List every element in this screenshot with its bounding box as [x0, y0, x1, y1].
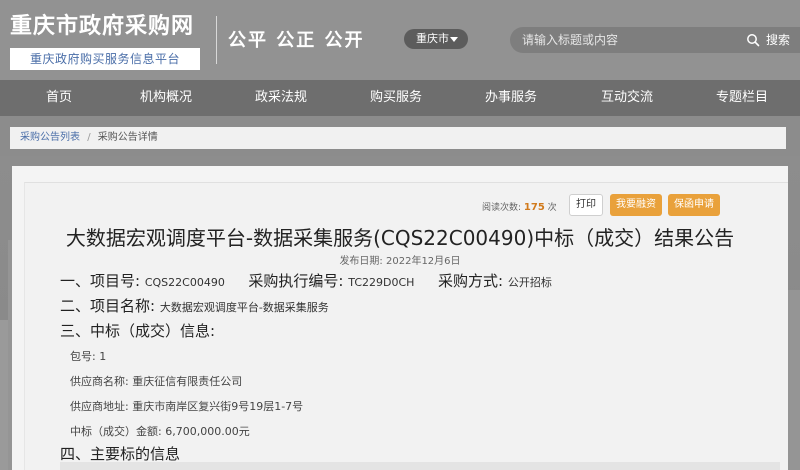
- main-nav: 首页 机构概况 政采法规 购买服务 办事服务 互动交流 专题栏目: [0, 80, 800, 116]
- site-logo[interactable]: 重庆市政府采购网 重庆政府购买服务信息平台: [10, 8, 206, 70]
- supplier-address-value: 重庆市南岸区复兴街9号19层1-7号: [132, 400, 304, 413]
- award-amount-row: 中标（成交）金额: 6,700,000.00元: [70, 423, 250, 439]
- nav-item-organization[interactable]: 机构概况: [140, 80, 192, 116]
- supplier-name-row: 供应商名称: 重庆征信有限责任公司: [70, 373, 242, 389]
- section4-heading: 四、主要标的信息: [60, 445, 181, 463]
- search-button[interactable]: 搜索: [766, 27, 790, 53]
- procurement-method-label: 采购方式:: [437, 272, 504, 290]
- supplier-name-value: 重庆征信有限责任公司: [132, 375, 243, 388]
- section-project-number: 一、项目号: CQS22C00490 采购执行编号: TC229D0CH 采购方…: [60, 270, 552, 291]
- breadcrumb: 采购公告列表 / 采购公告详情: [10, 127, 786, 149]
- search-bar: 搜索: [510, 27, 800, 53]
- region-selector[interactable]: 重庆市: [404, 29, 468, 49]
- search-icon[interactable]: [746, 33, 760, 47]
- print-button[interactable]: 打印: [569, 194, 603, 216]
- view-count-value: 175: [523, 202, 545, 213]
- nav-item-interaction[interactable]: 互动交流: [601, 80, 653, 116]
- procurement-method-value: 公开招标: [507, 276, 552, 289]
- section3-heading: 三、中标（成交）信息:: [60, 322, 216, 340]
- nav-item-home[interactable]: 首页: [46, 80, 72, 116]
- header-divider: [216, 16, 217, 64]
- nav-item-purchase-services[interactable]: 购买服务: [370, 80, 422, 116]
- package-row: 包号: 1: [70, 348, 106, 364]
- site-title: 重庆市政府采购网: [10, 13, 195, 39]
- site-header: 重庆市政府采购网 重庆政府购买服务信息平台 公平 公正 公开 重庆市 搜索: [0, 0, 800, 80]
- package-value: 1: [99, 350, 107, 363]
- publish-date-value: 2022年12月6日: [386, 256, 461, 267]
- search-input[interactable]: [522, 27, 742, 53]
- supplier-address-label: 供应商地址:: [70, 400, 129, 413]
- exec-number-value: TC229D0CH: [348, 276, 415, 289]
- site-subtitle: 重庆政府购买服务信息平台: [10, 48, 200, 70]
- guarantee-application-button[interactable]: 保函申请: [668, 194, 720, 216]
- breadcrumb-bar: 采购公告列表 / 采购公告详情: [0, 116, 800, 156]
- region-label: 重庆市: [416, 32, 449, 45]
- exec-number-label: 采购执行编号:: [248, 272, 344, 290]
- publish-date-label: 发布日期:: [339, 256, 383, 267]
- publish-date: 发布日期: 2022年12月6日: [0, 252, 800, 267]
- project-number-value: CQS22C00490: [144, 276, 225, 289]
- nav-item-office-services[interactable]: 办事服务: [485, 80, 537, 116]
- breadcrumb-link-notice-list[interactable]: 采购公告列表: [20, 132, 80, 143]
- table-header-strip: [60, 462, 780, 470]
- chevron-down-icon: [450, 37, 458, 42]
- project-name-value: 大数据宏观调度平台-数据采集服务: [159, 301, 329, 314]
- award-amount-label: 中标（成交）金额:: [70, 425, 162, 438]
- section-project-name: 二、项目名称: 大数据宏观调度平台-数据采集服务: [60, 295, 329, 316]
- nav-item-special-topics[interactable]: 专题栏目: [716, 80, 768, 116]
- breadcrumb-current: 采购公告详情: [97, 132, 158, 143]
- award-amount-value: 6,700,000.00元: [165, 425, 250, 438]
- site-slogan: 公平 公正 公开: [228, 30, 365, 51]
- section2-heading: 二、项目名称:: [60, 297, 156, 315]
- package-label: 包号:: [70, 350, 96, 363]
- supplier-name-label: 供应商名称:: [70, 375, 129, 388]
- view-count-label: 阅读次数:: [482, 203, 522, 213]
- finance-button[interactable]: 我要融资: [610, 194, 662, 216]
- breadcrumb-separator: /: [87, 132, 91, 143]
- nav-item-regulations[interactable]: 政采法规: [255, 80, 307, 116]
- supplier-address-row: 供应商地址: 重庆市南岸区复兴街9号19层1-7号: [70, 398, 303, 414]
- view-count-unit: 次: [547, 203, 557, 213]
- view-count: 阅读次数: 175 次: [482, 200, 557, 213]
- section1-heading: 一、项目号:: [60, 272, 141, 290]
- notice-title: 大数据宏观调度平台-数据采集服务(CQS22C00490)中标（成交）结果公告: [65, 226, 735, 250]
